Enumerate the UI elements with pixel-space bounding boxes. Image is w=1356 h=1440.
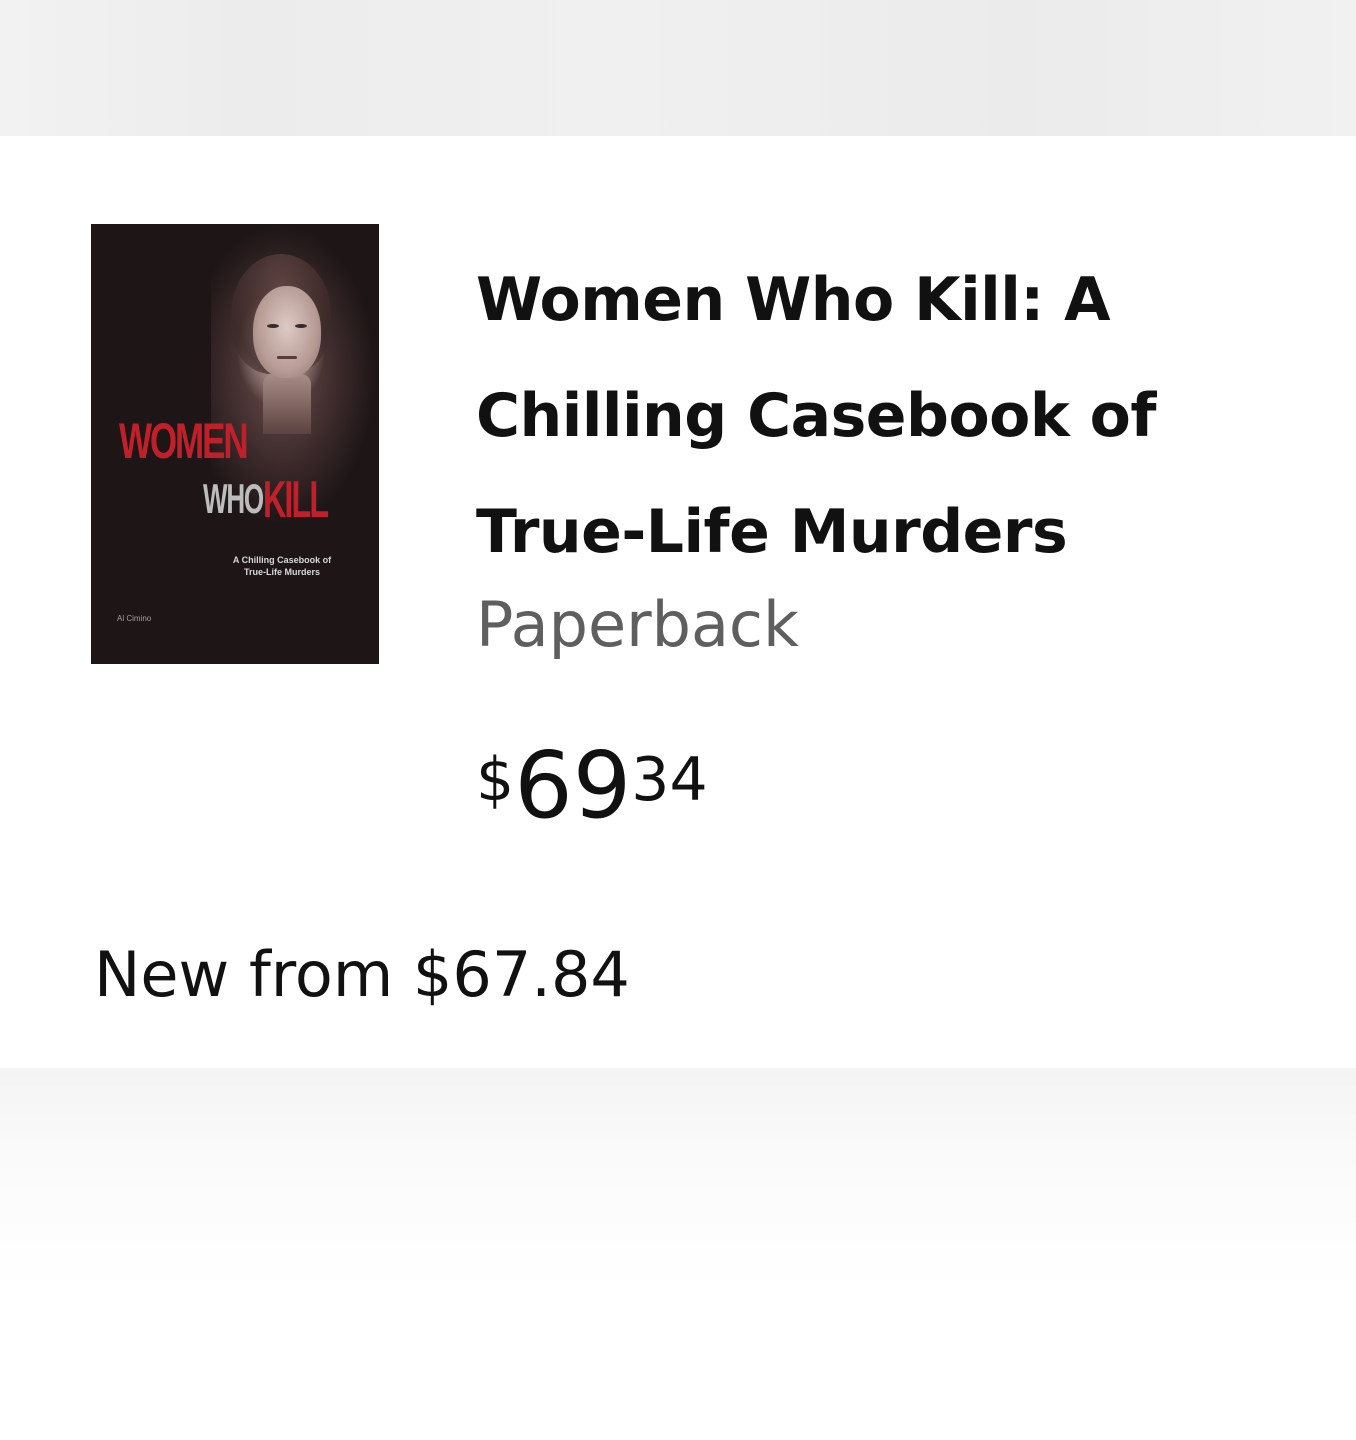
cover-subtitle: A Chilling Casebook of True-Life Murders: [232, 555, 332, 578]
cover-portrait-face: [253, 286, 321, 378]
cover-title-women: WOMEN: [119, 413, 249, 469]
product-format: Paperback: [476, 588, 799, 661]
cover-portrait-neck: [263, 374, 311, 434]
price-currency-symbol: $: [476, 745, 515, 815]
cover-title-kill: KILL: [263, 471, 329, 529]
book-cover-image[interactable]: WOMEN WHO KILL A Chilling Casebook of Tr…: [91, 224, 379, 664]
price-fraction: 34: [631, 745, 708, 815]
top-background-band: [0, 0, 1356, 136]
cover-author: Al Cimino: [117, 614, 152, 623]
cover-portrait-right-eye: [295, 324, 307, 328]
cover-title-who: WHO: [203, 475, 264, 522]
price-whole: 69: [514, 732, 632, 839]
cover-portrait-mouth: [277, 356, 297, 359]
product-price: $6934: [476, 740, 708, 832]
cover-portrait-left-eye: [267, 324, 279, 328]
bottom-background-band: [0, 1068, 1356, 1440]
product-title[interactable]: Women Who Kill: A Chilling Casebook of T…: [476, 242, 1336, 590]
new-offer-link[interactable]: New from $67.84: [94, 944, 630, 1006]
